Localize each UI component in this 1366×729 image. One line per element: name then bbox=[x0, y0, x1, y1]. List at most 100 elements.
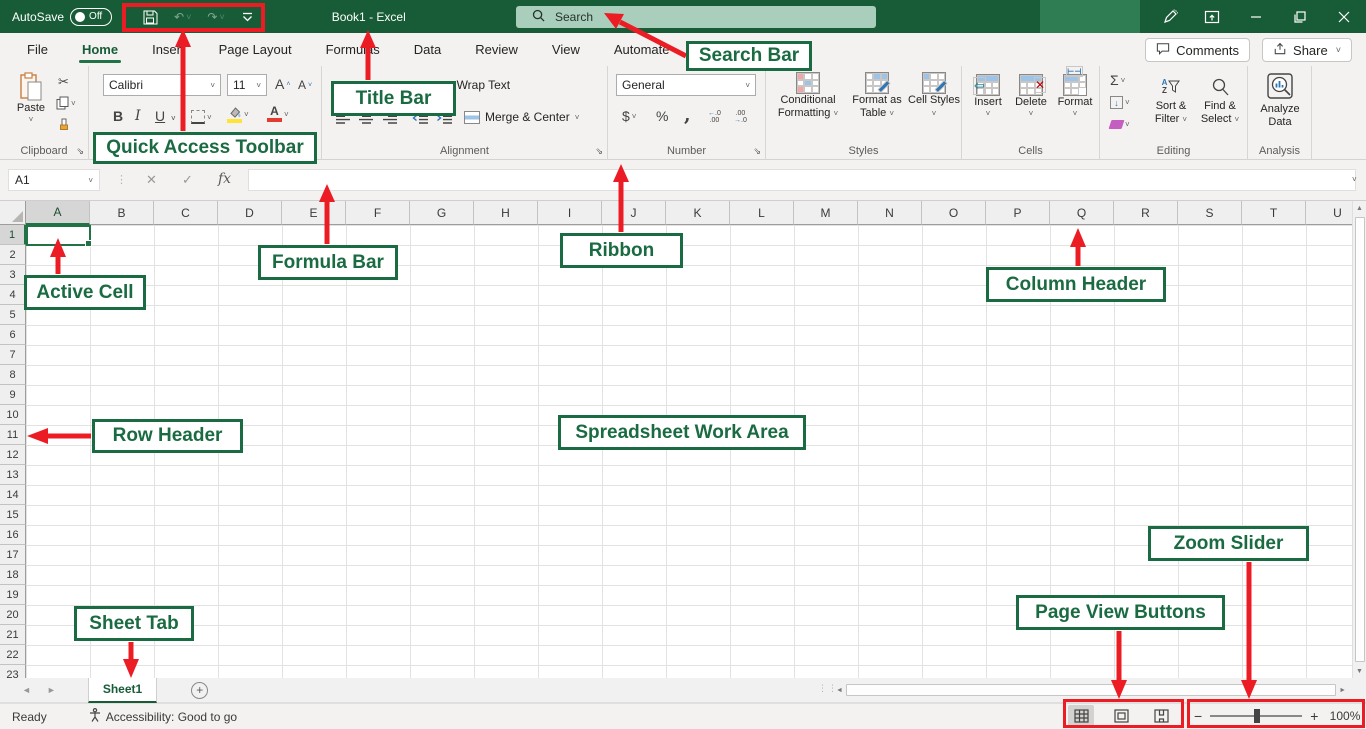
format-painter-icon[interactable] bbox=[57, 118, 71, 132]
merge-center-button[interactable]: Merge & Center ˅ bbox=[464, 110, 579, 124]
format-as-table-button[interactable]: Format as Table ˅ bbox=[846, 72, 908, 120]
share-button[interactable]: Share ˅ bbox=[1262, 38, 1352, 62]
fill-icon[interactable]: ↓ ˅ bbox=[1110, 96, 1130, 109]
font-size-select[interactable]: 11˅ bbox=[227, 74, 267, 96]
column-header-G[interactable]: G bbox=[410, 201, 474, 225]
column-header-M[interactable]: M bbox=[794, 201, 858, 225]
accessibility-status[interactable]: Accessibility: Good to go bbox=[89, 708, 237, 725]
tab-insert[interactable]: Insert bbox=[135, 33, 202, 66]
row-header-7[interactable]: 7 bbox=[0, 345, 26, 365]
row-header-17[interactable]: 17 bbox=[0, 545, 26, 565]
row-header-19[interactable]: 19 bbox=[0, 585, 26, 605]
autosave-toggle[interactable]: Off bbox=[70, 8, 112, 26]
horizontal-scrollbar[interactable]: ◄ ► bbox=[836, 681, 1346, 699]
row-header-13[interactable]: 13 bbox=[0, 465, 26, 485]
currency-format-icon[interactable]: $˅ bbox=[622, 108, 636, 124]
column-header-D[interactable]: D bbox=[218, 201, 282, 225]
vertical-scrollbar[interactable]: ▲ ▼ bbox=[1352, 201, 1366, 678]
fill-color-icon[interactable]: ˅ bbox=[227, 106, 249, 123]
row-header-4[interactable]: 4 bbox=[0, 285, 26, 305]
tab-automate[interactable]: Automate bbox=[597, 33, 687, 66]
row-header-15[interactable]: 15 bbox=[0, 505, 26, 525]
sort-filter-button[interactable]: AZ Sort & Filter ˅ bbox=[1146, 74, 1196, 126]
column-header-B[interactable]: B bbox=[90, 201, 154, 225]
bold-button[interactable]: B bbox=[113, 108, 123, 124]
search-bar[interactable]: Search bbox=[516, 6, 876, 28]
tab-formulas[interactable]: Formulas bbox=[309, 33, 397, 66]
row-header-3[interactable]: 3 bbox=[0, 265, 26, 285]
cancel-icon[interactable]: ✕ bbox=[146, 172, 157, 188]
row-header-21[interactable]: 21 bbox=[0, 625, 26, 645]
sheet-tab-sheet1[interactable]: Sheet1 bbox=[88, 678, 157, 703]
paste-button[interactable]: Paste ˅ bbox=[8, 72, 54, 124]
clipboard-dialog-launcher-icon[interactable]: ⇘ bbox=[76, 146, 84, 157]
row-header-10[interactable]: 10 bbox=[0, 405, 26, 425]
column-header-E[interactable]: E bbox=[282, 201, 346, 225]
font-color-icon[interactable]: A ˅ bbox=[267, 106, 289, 122]
minimize-button[interactable] bbox=[1234, 0, 1278, 33]
copy-icon[interactable]: ˅ bbox=[56, 96, 76, 110]
italic-button[interactable]: I bbox=[135, 108, 141, 124]
column-header-C[interactable]: C bbox=[154, 201, 218, 225]
row-header-23[interactable]: 23 bbox=[0, 665, 26, 678]
formula-bar-splitter[interactable]: ⋮ bbox=[116, 173, 128, 186]
row-header-14[interactable]: 14 bbox=[0, 485, 26, 505]
number-dialog-launcher-icon[interactable]: ⇘ bbox=[753, 146, 761, 157]
clear-icon[interactable]: ˅ bbox=[1110, 120, 1130, 129]
row-header-8[interactable]: 8 bbox=[0, 365, 26, 385]
format-cells-button[interactable]: ⊢⊣ Format ˅ bbox=[1054, 74, 1096, 118]
tab-scroll-splitter[interactable]: ⋮⋮ bbox=[818, 683, 838, 694]
underline-caret-icon[interactable]: ˅ bbox=[171, 114, 176, 123]
row-header-9[interactable]: 9 bbox=[0, 385, 26, 405]
column-header-L[interactable]: L bbox=[730, 201, 794, 225]
next-sheet-icon[interactable]: ► bbox=[47, 685, 56, 695]
column-header-H[interactable]: H bbox=[474, 201, 538, 225]
decrease-decimal-icon[interactable]: .00→.0 bbox=[734, 110, 747, 124]
row-header-18[interactable]: 18 bbox=[0, 565, 26, 585]
formula-bar-expand-icon[interactable]: ˅ bbox=[1352, 175, 1357, 184]
row-header-5[interactable]: 5 bbox=[0, 305, 26, 325]
scroll-left-icon[interactable]: ◄ bbox=[836, 683, 843, 697]
tab-home[interactable]: Home bbox=[65, 33, 135, 66]
column-header-I[interactable]: I bbox=[538, 201, 602, 225]
insert-function-icon[interactable]: fx bbox=[218, 171, 231, 187]
tab-page-layout[interactable]: Page Layout bbox=[202, 33, 309, 66]
active-cell[interactable] bbox=[26, 225, 91, 246]
autosave-control[interactable]: AutoSave Off bbox=[12, 8, 112, 26]
alignment-dialog-launcher-icon[interactable]: ⇘ bbox=[595, 146, 603, 157]
ribbon-display-options-icon[interactable] bbox=[1190, 0, 1234, 33]
comma-format-icon[interactable]: , bbox=[684, 104, 691, 126]
scroll-up-icon[interactable]: ▲ bbox=[1356, 201, 1363, 215]
enter-icon[interactable]: ✓ bbox=[182, 172, 193, 188]
row-header-2[interactable]: 2 bbox=[0, 245, 26, 265]
prev-sheet-icon[interactable]: ◄ bbox=[22, 685, 31, 695]
comments-button[interactable]: Comments bbox=[1145, 38, 1250, 62]
select-all-corner[interactable] bbox=[0, 201, 26, 225]
increase-decimal-icon[interactable]: ←.0.00 bbox=[708, 110, 721, 124]
conditional-formatting-button[interactable]: Conditional Formatting ˅ bbox=[770, 72, 846, 120]
new-sheet-icon[interactable]: + bbox=[191, 682, 208, 699]
underline-button[interactable]: U bbox=[155, 108, 165, 124]
column-header-N[interactable]: N bbox=[858, 201, 922, 225]
column-header-F[interactable]: F bbox=[346, 201, 410, 225]
delete-cells-button[interactable]: ✕ Delete ˅ bbox=[1010, 74, 1052, 118]
column-header-K[interactable]: K bbox=[666, 201, 730, 225]
row-header-1[interactable]: 1 bbox=[0, 225, 26, 245]
column-header-S[interactable]: S bbox=[1178, 201, 1242, 225]
column-header-O[interactable]: O bbox=[922, 201, 986, 225]
formula-input[interactable] bbox=[248, 169, 1356, 191]
font-family-select[interactable]: Calibri˅ bbox=[103, 74, 221, 96]
row-header-16[interactable]: 16 bbox=[0, 525, 26, 545]
name-box[interactable]: A1 ˅ bbox=[8, 169, 100, 191]
column-header-J[interactable]: J bbox=[602, 201, 666, 225]
horizontal-scroll-thumb[interactable] bbox=[846, 684, 1336, 696]
column-header-A[interactable]: A bbox=[26, 201, 90, 225]
row-header-6[interactable]: 6 bbox=[0, 325, 26, 345]
cut-icon[interactable]: ✂ bbox=[58, 74, 69, 90]
autosum-icon[interactable]: Σ˅ bbox=[1110, 72, 1125, 88]
feedback-pen-icon[interactable] bbox=[1150, 0, 1190, 33]
percent-format-icon[interactable]: % bbox=[656, 108, 668, 124]
scroll-right-icon[interactable]: ► bbox=[1339, 683, 1346, 697]
row-header-22[interactable]: 22 bbox=[0, 645, 26, 665]
maximize-button[interactable] bbox=[1278, 0, 1322, 33]
